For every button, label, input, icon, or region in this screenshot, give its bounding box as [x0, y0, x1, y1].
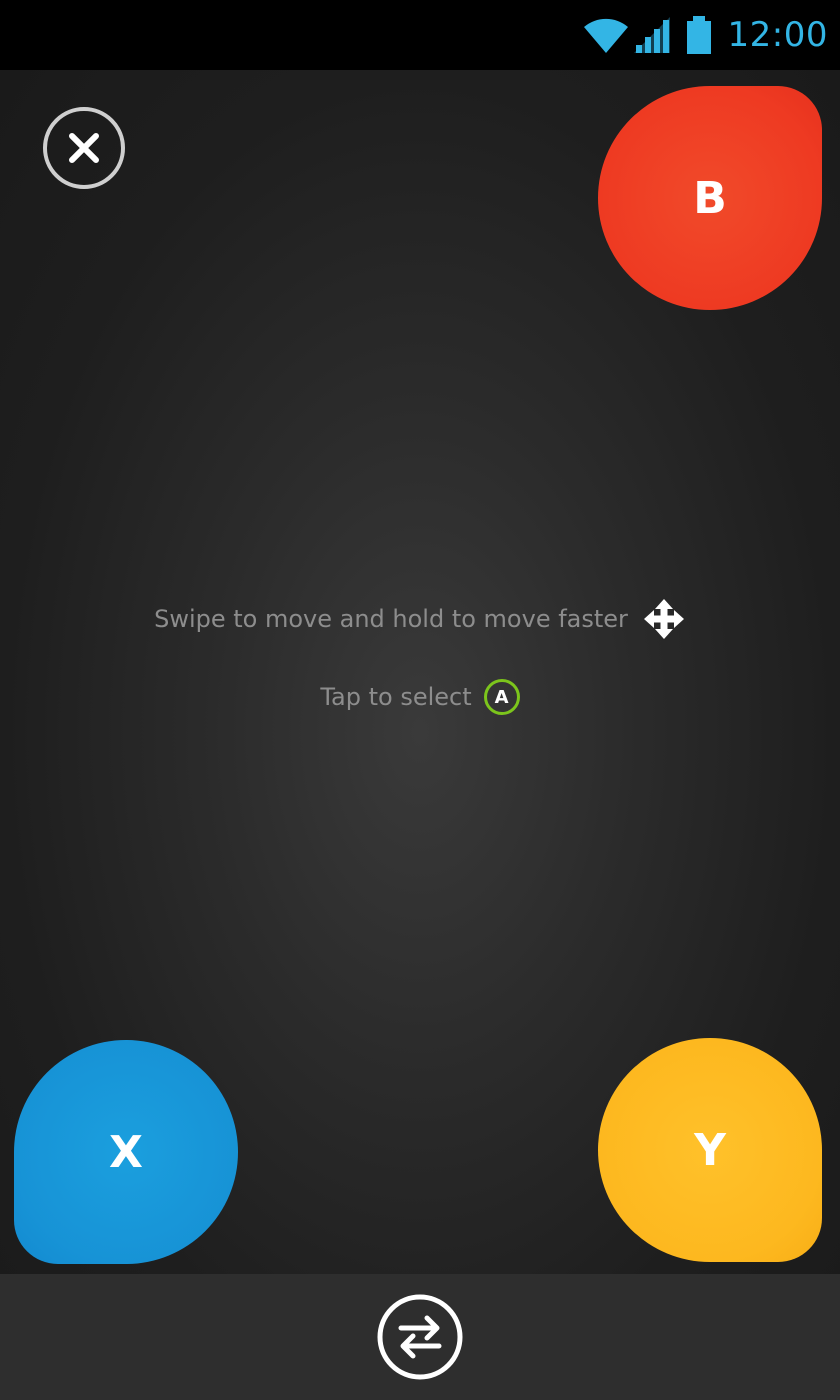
- a-button-icon: A: [483, 679, 520, 715]
- y-button-label: Y: [694, 1124, 726, 1176]
- move-hint: Swipe to move and hold to move faster: [0, 598, 840, 640]
- x-button-label: X: [109, 1126, 143, 1178]
- x-button[interactable]: X: [14, 1040, 238, 1264]
- close-button[interactable]: [42, 106, 126, 190]
- switch-arrows-icon: [377, 1294, 463, 1380]
- clock: 12:00: [727, 15, 828, 55]
- controller-pad[interactable]: B Swipe to move and hold to move faster …: [0, 70, 840, 1274]
- move-hint-text: Swipe to move and hold to move faster: [154, 605, 628, 633]
- wifi-icon: [583, 18, 628, 53]
- y-button[interactable]: Y: [598, 1038, 822, 1262]
- switch-button[interactable]: [377, 1294, 463, 1380]
- bottom-bar: [0, 1274, 840, 1400]
- battery-icon: [686, 16, 711, 54]
- move-arrows-icon: [643, 599, 684, 639]
- signal-icon: [633, 17, 670, 53]
- status-bar: 12:00: [0, 0, 840, 70]
- b-button[interactable]: B: [598, 86, 822, 310]
- select-hint: Tap to select A: [0, 676, 840, 718]
- b-button-label: B: [693, 172, 727, 224]
- status-icons: 12:00: [582, 0, 828, 70]
- close-icon: [43, 107, 125, 189]
- select-hint-text: Tap to select: [320, 683, 472, 711]
